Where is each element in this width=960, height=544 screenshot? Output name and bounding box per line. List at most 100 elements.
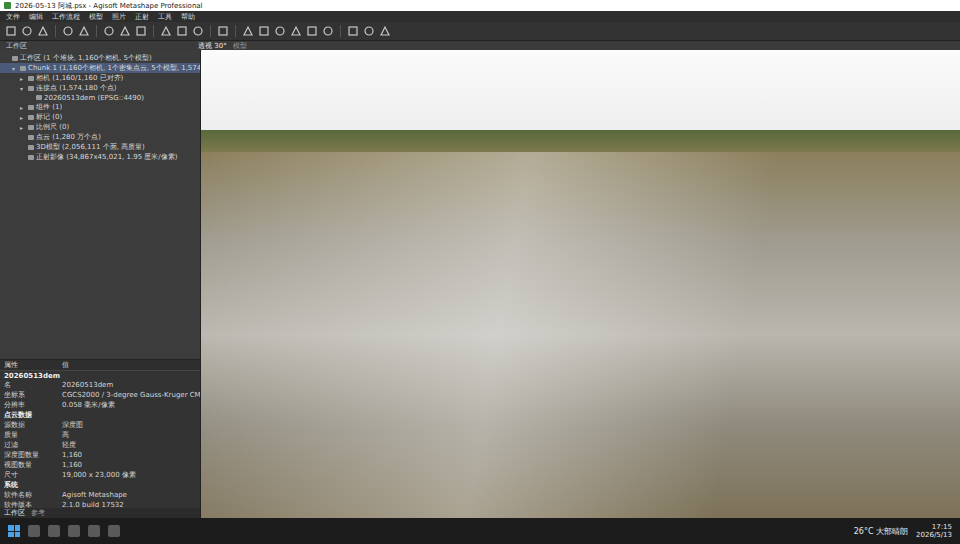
folder-icon	[36, 95, 42, 100]
tree-item[interactable]: 点云 (1,280 万个点)	[0, 132, 200, 142]
menu-item[interactable]: 编辑	[29, 12, 43, 22]
bottom-tabs: 工作区参考	[0, 508, 200, 518]
search-icon[interactable]	[28, 525, 40, 537]
grid-icon[interactable]	[346, 24, 360, 38]
tab-strip: 工作区透视 30° 模型	[0, 41, 960, 50]
property-row: 软件名称Agisoft Metashape	[0, 490, 200, 500]
menu-item[interactable]: 文件	[6, 12, 20, 22]
tree-item[interactable]: ▾Chunk 1 (1,160个相机, 1个密集点云, 5个模型, 1,574,…	[0, 63, 200, 73]
toolbar	[0, 22, 960, 41]
toolbar-separator	[235, 25, 236, 37]
tree-item[interactable]: ▾连接点 (1,574,180 个点)	[0, 83, 200, 93]
doc-icon[interactable]	[4, 24, 18, 38]
property-row: 过滤轻度	[0, 440, 200, 450]
tree-item[interactable]: ▸比例尺 (0)	[0, 122, 200, 132]
tile-icon[interactable]	[289, 24, 303, 38]
property-section: 20260513dem	[0, 371, 200, 380]
menu-item[interactable]: 工具	[158, 12, 172, 22]
property-row: 分辨率0.058 毫米/像素	[0, 400, 200, 410]
tree-item[interactable]: ▸标记 (0)	[0, 112, 200, 122]
expand-arrow-icon[interactable]: ▾	[12, 65, 18, 72]
tree-item[interactable]: 3D模型 (2,056,111 个面, 高质量)	[0, 142, 200, 152]
zoom-icon[interactable]	[191, 24, 205, 38]
app-icon[interactable]	[108, 525, 120, 537]
property-row: 源数据深度图	[0, 420, 200, 430]
expand-arrow-icon[interactable]: ▸	[20, 104, 26, 111]
texture-icon[interactable]	[273, 24, 287, 38]
redo-icon[interactable]	[77, 24, 91, 38]
circle-icon[interactable]	[134, 24, 148, 38]
expand-arrow-icon[interactable]: ▸	[20, 75, 26, 82]
view-tab[interactable]: 模型	[233, 41, 247, 51]
properties-panel: 属性值20260513dem名20260513dem坐标系CGCS2000 / …	[0, 359, 200, 508]
property-row: 软件版本2.1.0 build 17532	[0, 500, 200, 508]
properties-header: 属性值	[0, 360, 200, 371]
left-panel: 工作区 (1 个堆块, 1,160个相机, 5个模型)▾Chunk 1 (1,1…	[0, 50, 201, 518]
property-row: 质量高	[0, 430, 200, 440]
move-icon[interactable]	[159, 24, 173, 38]
folder-icon	[28, 86, 34, 91]
menu-item[interactable]: 模型	[89, 12, 103, 22]
folder-icon	[28, 155, 34, 160]
chrome-icon[interactable]	[88, 525, 100, 537]
expand-arrow-icon[interactable]: ▾	[20, 85, 26, 92]
property-row: 名20260513dem	[0, 380, 200, 390]
model-viewport[interactable]	[201, 50, 960, 518]
tree-item[interactable]: 工作区 (1 个堆块, 1,160个相机, 5个模型)	[0, 53, 200, 63]
ruler-icon[interactable]	[216, 24, 230, 38]
property-section: 系统	[0, 480, 200, 490]
tree-item[interactable]: ▸相机 (1,160/1,160 已对齐)	[0, 73, 200, 83]
arrow-icon[interactable]	[102, 24, 116, 38]
clock[interactable]: 17:152026/5/13	[916, 523, 952, 540]
rotate-icon[interactable]	[175, 24, 189, 38]
bottom-tab[interactable]: 参考	[31, 508, 45, 518]
toolbar-separator	[96, 25, 97, 37]
expand-arrow-icon[interactable]: ▸	[20, 114, 26, 121]
folder-icon	[28, 115, 34, 120]
tree-item[interactable]: 正射影像 (34,867x45,021, 1.95 厘米/像素)	[0, 152, 200, 162]
undo-icon[interactable]	[61, 24, 75, 38]
folder-icon	[28, 105, 34, 110]
ortho-icon[interactable]	[321, 24, 335, 38]
weather[interactable]: 26°C 大部晴朗	[854, 526, 908, 537]
folder-icon	[28, 76, 34, 81]
property-row: 尺寸19,000 x 23,000 像素	[0, 470, 200, 480]
folder-icon	[28, 145, 34, 150]
property-row: 视图数量1,160	[0, 460, 200, 470]
app-window: 2026-05-13 阿城.psx - Agisoft Metashape Pr…	[0, 0, 960, 544]
menu-bar: 文件编辑工作流程模型照片正射工具帮助	[0, 11, 960, 22]
property-row: 深度图数量1,160	[0, 450, 200, 460]
bottom-tab[interactable]: 工作区	[4, 508, 25, 518]
mesh-icon[interactable]	[257, 24, 271, 38]
sun-icon[interactable]	[362, 24, 376, 38]
property-row: 坐标系CGCS2000 / 3-degree Gauss-Kruger CM 1…	[0, 390, 200, 400]
windows-start-icon[interactable]	[8, 525, 20, 537]
toolbar-separator	[340, 25, 341, 37]
toolbar-separator	[210, 25, 211, 37]
workspace-tree: 工作区 (1 个堆块, 1,160个相机, 5个模型)▾Chunk 1 (1,1…	[0, 50, 200, 359]
tree-item[interactable]: ▸组件 (1)	[0, 102, 200, 112]
menu-item[interactable]: 照片	[112, 12, 126, 22]
toolbar-separator	[153, 25, 154, 37]
tree-item[interactable]: 20260513dem (EPSG::4490)	[0, 93, 200, 102]
rect-icon[interactable]	[118, 24, 132, 38]
menu-item[interactable]: 工作流程	[52, 12, 80, 22]
edge-icon[interactable]	[68, 525, 80, 537]
property-section: 点云数据	[0, 410, 200, 420]
dem-icon[interactable]	[305, 24, 319, 38]
folder-icon	[20, 66, 26, 71]
folder-icon[interactable]	[48, 525, 60, 537]
save-icon[interactable]	[36, 24, 50, 38]
points-icon[interactable]	[241, 24, 255, 38]
folder-icon	[28, 125, 34, 130]
view-tab[interactable]: 透视 30°	[198, 41, 227, 51]
folder-icon	[28, 135, 34, 140]
folder-icon[interactable]	[20, 24, 34, 38]
menu-item[interactable]: 正射	[135, 12, 149, 22]
expand-arrow-icon[interactable]: ▸	[20, 124, 26, 131]
window-title: 2026-05-13 阿城.psx - Agisoft Metashape Pr…	[15, 1, 203, 11]
workspace-tab[interactable]: 工作区	[0, 41, 198, 51]
camera-icon[interactable]	[378, 24, 392, 38]
menu-item[interactable]: 帮助	[181, 12, 195, 22]
toolbar-separator	[55, 25, 56, 37]
